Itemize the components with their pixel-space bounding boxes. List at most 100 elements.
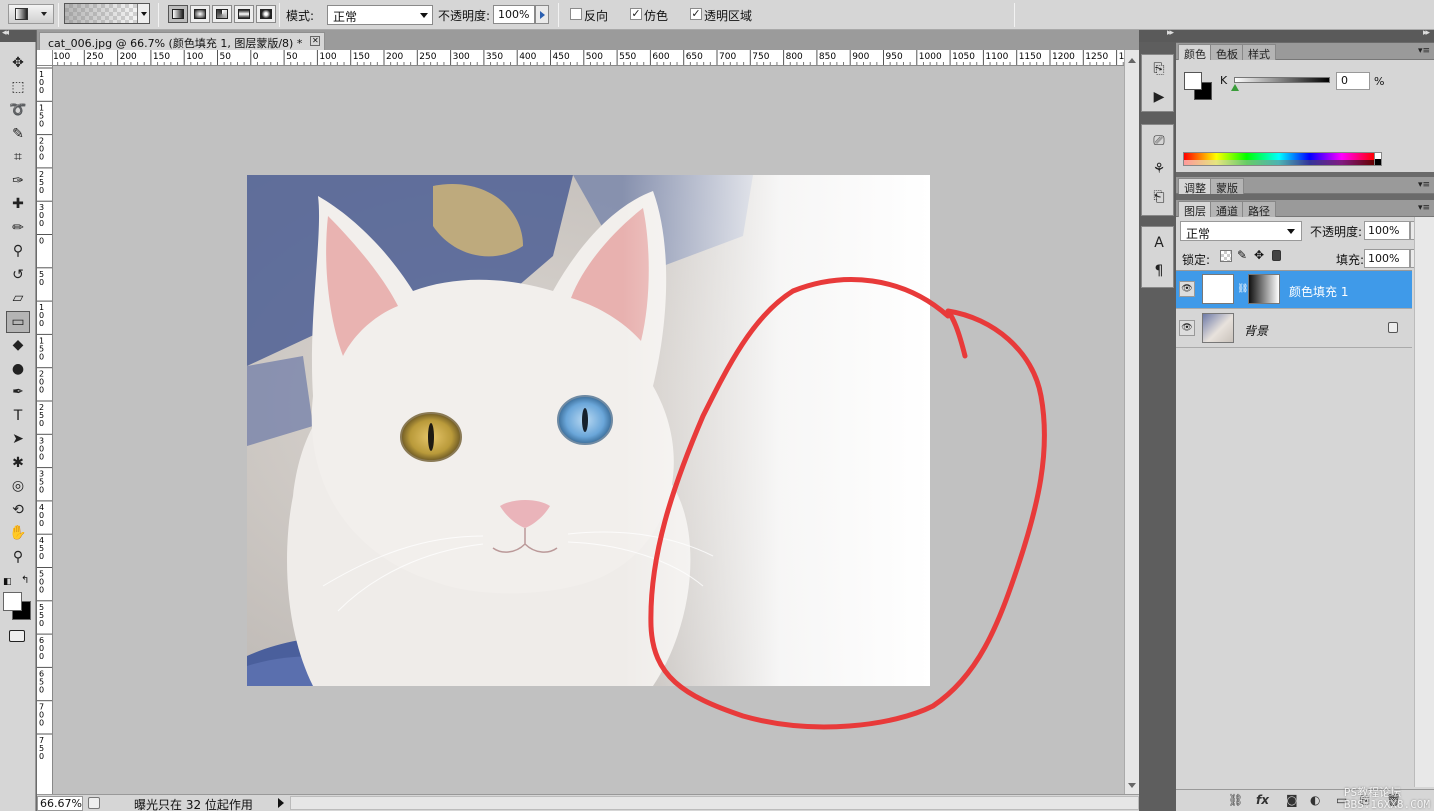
status-info-icon[interactable] (88, 797, 100, 809)
close-icon[interactable]: ✕ (310, 36, 321, 46)
radial-gradient-button[interactable] (190, 5, 210, 23)
diamond-gradient-button[interactable] (256, 5, 276, 23)
quick-select-tool-button[interactable]: ✎ (6, 123, 30, 145)
tab-paths[interactable]: 路径 (1242, 201, 1276, 218)
3d-orbit-tool-button[interactable]: ⟲ (6, 499, 30, 521)
brushes-panel-icon[interactable]: ⎚ (1148, 131, 1170, 151)
visibility-eye-icon[interactable]: 👁 (1179, 281, 1195, 297)
healing-brush-tool-button[interactable]: ✚ (6, 193, 30, 215)
eyedropper-tool-button[interactable]: ✑ (6, 170, 30, 192)
paragraph-panel-icon[interactable]: ¶ (1148, 261, 1170, 281)
k-value-input[interactable]: 0 (1336, 72, 1370, 90)
vertical-scrollbar[interactable] (1124, 50, 1139, 794)
gradient-picker[interactable] (64, 3, 150, 24)
linear-gradient-button[interactable] (168, 5, 188, 23)
add-mask-icon[interactable]: ◙ (1286, 793, 1298, 807)
horizontal-scrollbar[interactable] (290, 796, 1139, 810)
blur-tool-button[interactable]: ◆ (6, 334, 30, 356)
tab-channels[interactable]: 通道 (1210, 201, 1244, 218)
zoom-level-input[interactable]: 66.67% (37, 796, 83, 811)
stamp-tool-button[interactable]: ⚲ (6, 240, 30, 262)
background-layer-thumbnail[interactable] (1202, 313, 1234, 343)
3d-rotate-tool-button[interactable]: ◎ (6, 475, 30, 497)
default-colors-icon[interactable]: ◧ (3, 577, 12, 587)
type-tool-button[interactable]: T (6, 405, 30, 427)
pen-tool-button[interactable]: ✒ (6, 381, 30, 403)
lock-position-icon[interactable]: ✥ (1254, 248, 1264, 262)
tab-styles[interactable]: 样式 (1242, 44, 1276, 61)
scroll-down-arrow-icon[interactable] (1128, 783, 1136, 788)
vertical-ruler[interactable]: 1001502002503000501001502002503003504004… (37, 66, 53, 794)
mode-select[interactable]: 正常 (327, 5, 433, 25)
document-tab[interactable]: cat_006.jpg @ 66.7% (颜色填充 1, 图层蒙版/8) * ✕ (39, 32, 326, 50)
lock-all-icon[interactable] (1272, 250, 1281, 261)
link-layers-icon[interactable]: ⛓ (1228, 793, 1243, 807)
tab-adjustments[interactable]: 调整 (1178, 178, 1212, 195)
character-panel-icon[interactable]: A (1148, 233, 1170, 253)
panel-menu-icon[interactable]: ▾≡ (1418, 203, 1430, 213)
tool-presets-panel-icon[interactable]: ⚘ (1148, 159, 1170, 179)
chevron-down-icon[interactable] (137, 4, 149, 23)
tab-color[interactable]: 颜色 (1178, 44, 1212, 61)
clone-source-panel-icon[interactable]: ⎗ (1148, 187, 1170, 207)
tool-preset-picker[interactable] (8, 4, 54, 24)
path-select-tool-button[interactable]: ➤ (6, 428, 30, 450)
zoom-tool-button[interactable]: ⚲ (6, 546, 30, 568)
lock-pixels-icon[interactable]: ✎ (1237, 248, 1247, 262)
adjustment-layer-icon[interactable]: ◐ (1310, 793, 1320, 807)
layer-row-color-fill[interactable]: 👁 ⛓ 颜色填充 1 (1176, 271, 1412, 309)
actions-panel-icon[interactable]: ▶ (1148, 87, 1170, 107)
opacity-input[interactable]: 100% (493, 5, 535, 24)
layer-name[interactable]: 背景 (1244, 322, 1268, 339)
scroll-up-arrow-icon[interactable] (1128, 58, 1136, 63)
opacity-slider-button[interactable] (535, 5, 549, 24)
lock-transparency-icon[interactable] (1220, 250, 1232, 262)
history-brush-tool-button[interactable]: ↺ (6, 264, 30, 286)
toolbox-collapse-grip[interactable] (0, 28, 36, 42)
tab-layers[interactable]: 图层 (1178, 201, 1212, 218)
color-panel-foreground-swatch[interactable] (1184, 72, 1202, 90)
panel-menu-icon[interactable]: ▾≡ (1418, 46, 1430, 56)
layer-name[interactable]: 颜色填充 1 (1289, 283, 1348, 300)
angle-gradient-button[interactable] (212, 5, 232, 23)
layer-mask-thumbnail[interactable] (1248, 274, 1280, 304)
fill-input[interactable]: 100% (1364, 249, 1410, 268)
horizontal-ruler[interactable]: 100 250 200 150 100 50 0 50 100 150 200 250 300 350 40… (37, 50, 1124, 66)
shape-tool-button[interactable]: ✱ (6, 452, 30, 474)
swap-colors-icon[interactable]: ↰ (21, 575, 29, 586)
k-slider[interactable] (1234, 77, 1330, 83)
panel-menu-icon[interactable]: ▾≡ (1418, 180, 1430, 190)
layer-row-background[interactable]: 👁 背景 (1176, 310, 1412, 348)
tab-swatches[interactable]: 色板 (1210, 44, 1244, 61)
transparency-checkbox[interactable]: ✓ (690, 8, 702, 20)
lasso-tool-button[interactable]: ➰ (6, 99, 30, 121)
status-menu-arrow-icon[interactable] (278, 798, 284, 808)
black-white-swatch[interactable] (1374, 152, 1382, 166)
marquee-tool-button[interactable]: ⬚ (6, 76, 30, 98)
reverse-checkbox[interactable] (570, 8, 582, 20)
link-icon[interactable]: ⛓ (1237, 284, 1248, 294)
layer-opacity-input[interactable]: 100% (1364, 221, 1410, 240)
dither-checkbox[interactable]: ✓ (630, 8, 642, 20)
layers-scrollbar[interactable] (1414, 217, 1434, 787)
brush-tool-button[interactable]: ✏ (6, 217, 30, 239)
reflected-gradient-button[interactable] (234, 5, 254, 23)
tab-masks[interactable]: 蒙版 (1210, 178, 1244, 195)
dock-expand-grip[interactable] (1139, 28, 1176, 42)
quick-mask-button[interactable] (9, 630, 25, 642)
gradient-tool-button[interactable]: ▭ (6, 310, 30, 333)
hand-tool-button[interactable]: ✋ (6, 522, 30, 544)
document-canvas[interactable] (53, 66, 1124, 794)
panels-collapse-grip[interactable] (1176, 28, 1434, 42)
foreground-color-swatch[interactable] (3, 592, 22, 611)
blend-mode-select[interactable]: 正常 (1180, 221, 1302, 241)
eraser-tool-button[interactable]: ▱ (6, 287, 30, 309)
ruler-origin[interactable] (37, 50, 53, 66)
fill-layer-thumbnail[interactable] (1202, 274, 1234, 304)
visibility-eye-icon[interactable]: 👁 (1179, 320, 1195, 336)
k-slider-thumb[interactable] (1231, 84, 1239, 91)
crop-tool-button[interactable]: ⌗ (6, 146, 30, 168)
history-panel-icon[interactable]: ⎘ (1148, 59, 1170, 79)
fx-icon[interactable]: fx (1256, 793, 1269, 807)
color-spectrum-bar[interactable] (1183, 152, 1375, 166)
